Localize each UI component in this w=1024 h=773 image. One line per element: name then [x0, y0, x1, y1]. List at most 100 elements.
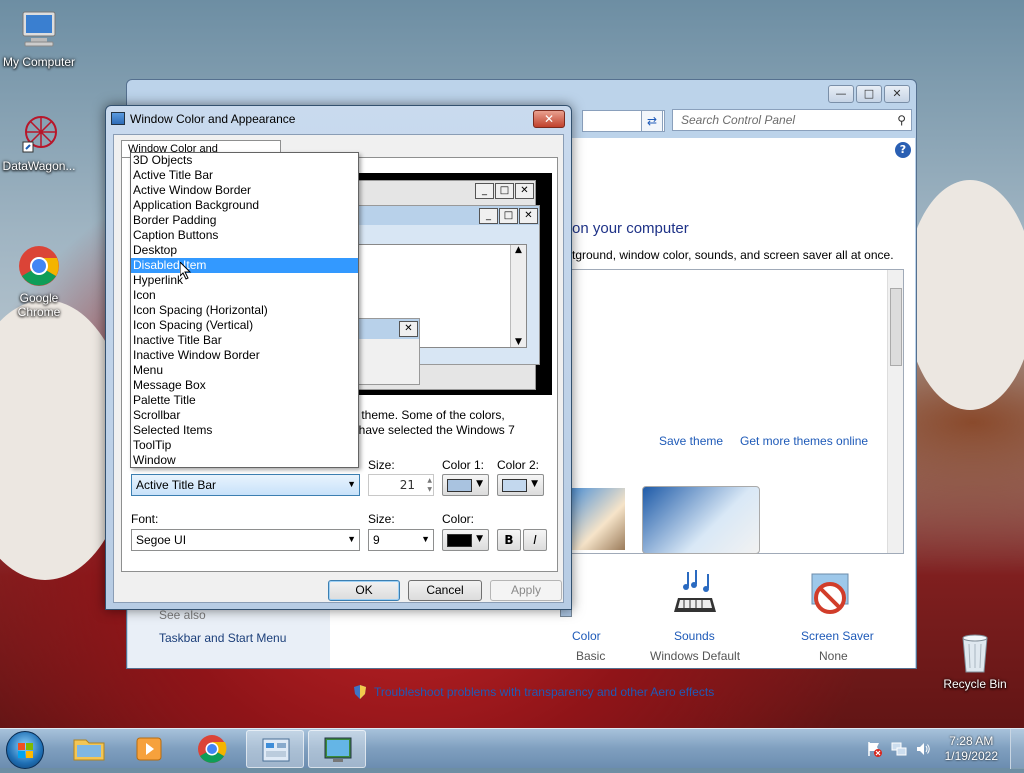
dialog-close-button[interactable]: ✕ [533, 110, 565, 128]
dropdown-item[interactable]: Active Window Border [131, 183, 358, 198]
dropdown-item[interactable]: Menu [131, 363, 358, 378]
screen-saver-label[interactable]: Screen Saver [801, 629, 874, 643]
dropdown-item[interactable]: Hyperlink [131, 273, 358, 288]
dropdown-item[interactable]: Selected Items [131, 423, 358, 438]
minimize-icon: _ [479, 208, 498, 224]
preview-scrollbar: ▲ ▼ [510, 245, 526, 347]
dropdown-item[interactable]: Desktop [131, 243, 358, 258]
dropdown-item[interactable]: ToolTip [131, 438, 358, 453]
search-input[interactable]: Search Control Panel ⚲ [672, 109, 912, 131]
chevron-down-icon[interactable]: ▼ [347, 479, 356, 489]
network-icon[interactable] [891, 741, 907, 757]
dropdown-item[interactable]: Palette Title [131, 393, 358, 408]
ok-button[interactable]: OK [328, 580, 400, 601]
chevron-down-icon[interactable]: ▼ [421, 534, 430, 544]
desktop-icon-datawagon[interactable]: DataWagon... [1, 112, 77, 173]
maximize-button[interactable]: □ [856, 85, 882, 103]
taskbar-clock[interactable]: 7:28 AM 1/19/2022 [945, 734, 998, 764]
dropdown-item[interactable]: Icon Spacing (Horizontal) [131, 303, 358, 318]
italic-button[interactable]: I [523, 529, 547, 551]
show-desktop-button[interactable] [1010, 729, 1024, 769]
item-select[interactable]: Active Title Bar ▼ [131, 474, 360, 496]
window-color-label[interactable]: Color [572, 629, 601, 643]
font-size-value: 9 [373, 533, 380, 547]
dropdown-item[interactable]: Active Title Bar [131, 168, 358, 183]
taskbar-media-player[interactable] [120, 730, 178, 768]
save-theme-link[interactable]: Save theme [659, 434, 723, 448]
taskbar-explorer[interactable] [60, 730, 118, 768]
scroll-down-icon: ▼ [515, 337, 522, 347]
color2-button[interactable]: ▼ [497, 474, 544, 496]
font-size-select[interactable]: 9 ▼ [368, 529, 434, 551]
dropdown-item[interactable]: 3D Objects [131, 153, 358, 168]
bold-button[interactable]: B [497, 529, 521, 551]
maximize-icon: □ [495, 183, 514, 199]
theme-scrollbar[interactable] [887, 270, 903, 553]
dropdown-item[interactable]: Border Padding [131, 213, 358, 228]
minimize-button[interactable]: — [828, 85, 854, 103]
personalization-icon [324, 737, 352, 762]
close-icon: ✕ [515, 183, 534, 199]
color1-button[interactable]: ▼ [442, 474, 489, 496]
recycle-bin-icon [953, 630, 997, 674]
page-subtitle: tground, window color, sounds, and scree… [572, 248, 894, 262]
spinner-arrows-icon[interactable]: ▲ ▼ [427, 476, 432, 494]
sounds-label[interactable]: Sounds [674, 629, 715, 643]
window-controls: — □ ✕ [828, 85, 910, 103]
desktop-icon-recycle-bin[interactable]: Recycle Bin [937, 630, 1013, 691]
dropdown-item[interactable]: Inactive Title Bar [131, 333, 358, 348]
dropdown-item[interactable]: Disabled Item [131, 258, 358, 273]
taskbar-window-color[interactable] [308, 730, 366, 768]
item-size-spinner[interactable]: 21 ▲ ▼ [368, 474, 434, 496]
desktop-icon-google-chrome[interactable]: Google Chrome [1, 216, 77, 333]
item-select-value: Active Title Bar [136, 478, 217, 492]
desktop-icon-label: Recycle Bin [943, 677, 1007, 691]
desktop-icon-label: Google Chrome [17, 291, 61, 319]
close-icon: ✕ [399, 321, 418, 337]
dropdown-item[interactable]: Inactive Window Border [131, 348, 358, 363]
start-button[interactable] [6, 731, 44, 769]
help-icon[interactable]: ? [895, 142, 911, 158]
color2-label: Color 2: [497, 458, 540, 472]
size-label: Size: [368, 458, 395, 472]
chevron-down-icon: ▼ [531, 479, 538, 489]
get-more-themes-link[interactable]: Get more themes online [740, 434, 868, 448]
see-also-heading: See also [159, 608, 206, 622]
font-color-button[interactable]: ▼ [442, 529, 489, 551]
media-player-icon [136, 737, 162, 761]
cancel-button[interactable]: Cancel [408, 580, 482, 601]
close-icon: ✕ [519, 208, 538, 224]
search-icon[interactable]: ⚲ [897, 113, 906, 127]
taskbar-chrome[interactable] [183, 730, 241, 768]
theme-thumbnail-2[interactable] [642, 486, 760, 554]
desktop-icon-label: DataWagon... [2, 159, 76, 173]
scroll-thumb[interactable] [890, 288, 902, 366]
item-dropdown-list: 3D Objects Active Title Bar Active Window … [130, 152, 359, 468]
theme-thumbnail-1[interactable] [569, 488, 625, 550]
wallpaper-fur-right [905, 180, 1024, 410]
dropdown-item[interactable]: Window [131, 453, 358, 468]
taskbar-control-panel[interactable] [246, 730, 304, 768]
chrome-icon [198, 735, 227, 763]
volume-icon[interactable] [915, 741, 931, 757]
dropdown-item[interactable]: Caption Buttons [131, 228, 358, 243]
dropdown-item[interactable]: Icon Spacing (Vertical) [131, 318, 358, 333]
taskbar-start-menu-link[interactable]: Taskbar and Start Menu [159, 631, 286, 645]
action-center-icon[interactable] [866, 741, 882, 757]
color2-swatch [502, 479, 527, 492]
desktop-icon-my-computer[interactable]: My Computer [1, 8, 77, 69]
dropdown-item[interactable]: Application Background [131, 198, 358, 213]
color1-swatch [447, 479, 472, 492]
dropdown-item[interactable]: Scrollbar [131, 408, 358, 423]
close-button[interactable]: ✕ [884, 85, 910, 103]
dropdown-item[interactable]: Message Box [131, 378, 358, 393]
page-title: on your computer [572, 220, 689, 237]
dropdown-item[interactable]: Icon [131, 288, 358, 303]
troubleshoot-link[interactable]: Troubleshoot problems with transparency … [374, 685, 714, 699]
font-select[interactable]: Segoe UI ▼ [131, 529, 360, 551]
folder-icon [73, 739, 105, 761]
chevron-down-icon[interactable]: ▼ [347, 534, 356, 544]
refresh-button[interactable]: ⇄ [641, 110, 663, 132]
color1-label: Color 1: [442, 458, 485, 472]
minimize-icon: _ [475, 183, 494, 199]
